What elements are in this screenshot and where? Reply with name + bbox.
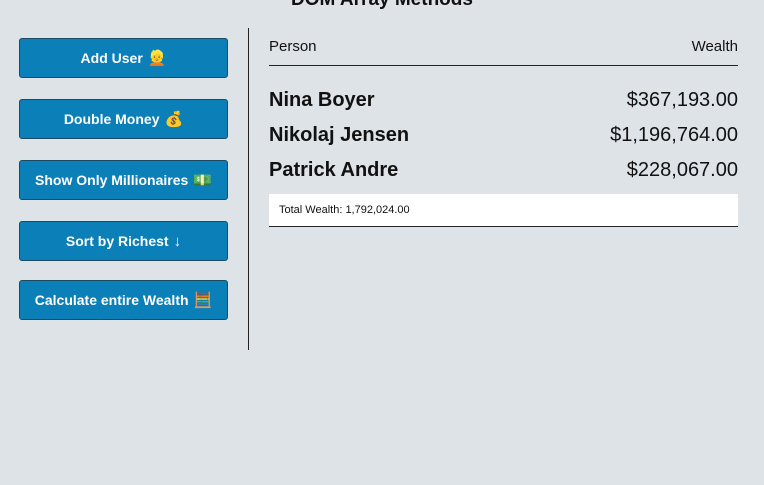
- person-column-header: Person: [269, 38, 317, 55]
- dollar-banknote-icon: 💵: [193, 172, 212, 189]
- show-millionaires-label: Show Only Millionaires: [35, 172, 189, 188]
- person-wealth: $1,196,764.00: [610, 124, 738, 146]
- page-title: DOM Array Methods: [0, 0, 764, 12]
- person-icon: 👱: [147, 50, 167, 67]
- main-panel: Person Wealth Nina Boyer $367,193.00 Nik…: [269, 28, 738, 227]
- person-name: Nina Boyer: [269, 89, 375, 111]
- sort-richest-button[interactable]: Sort by Richest ↓: [19, 221, 228, 261]
- person-name: Nikolaj Jensen: [269, 124, 410, 146]
- person-wealth: $228,067.00: [626, 159, 738, 181]
- person-name: Patrick Andre: [269, 159, 399, 181]
- total-wealth: Total Wealth: 1,792,024.00: [269, 194, 738, 227]
- double-money-label: Double Money: [63, 111, 160, 127]
- money-bag-icon: 💰: [164, 111, 184, 128]
- person-list: Nina Boyer $367,193.00 Nikolaj Jensen $1…: [269, 88, 738, 193]
- calculate-wealth-button[interactable]: Calculate entire Wealth 🧮: [19, 280, 228, 320]
- person-row: Patrick Andre $228,067.00: [269, 158, 738, 193]
- table-header: Person Wealth: [269, 28, 738, 66]
- down-arrow-icon: ↓: [173, 232, 182, 250]
- person-wealth: $367,193.00: [626, 89, 738, 111]
- double-money-button[interactable]: Double Money 💰: [19, 99, 228, 139]
- person-row: Nina Boyer $367,193.00: [269, 88, 738, 123]
- sort-richest-label: Sort by Richest: [65, 233, 169, 249]
- show-millionaires-button[interactable]: Show Only Millionaires 💵: [19, 160, 228, 200]
- sidebar: Add User 👱 Double Money 💰 Show Only Mill…: [0, 28, 249, 350]
- add-user-label: Add User: [80, 50, 143, 66]
- calculate-wealth-label: Calculate entire Wealth: [34, 292, 189, 308]
- add-user-button[interactable]: Add User 👱: [19, 38, 228, 78]
- person-row: Nikolaj Jensen $1,196,764.00: [269, 123, 738, 158]
- abacus-icon: 🧮: [193, 292, 213, 309]
- wealth-column-header: Wealth: [691, 38, 738, 55]
